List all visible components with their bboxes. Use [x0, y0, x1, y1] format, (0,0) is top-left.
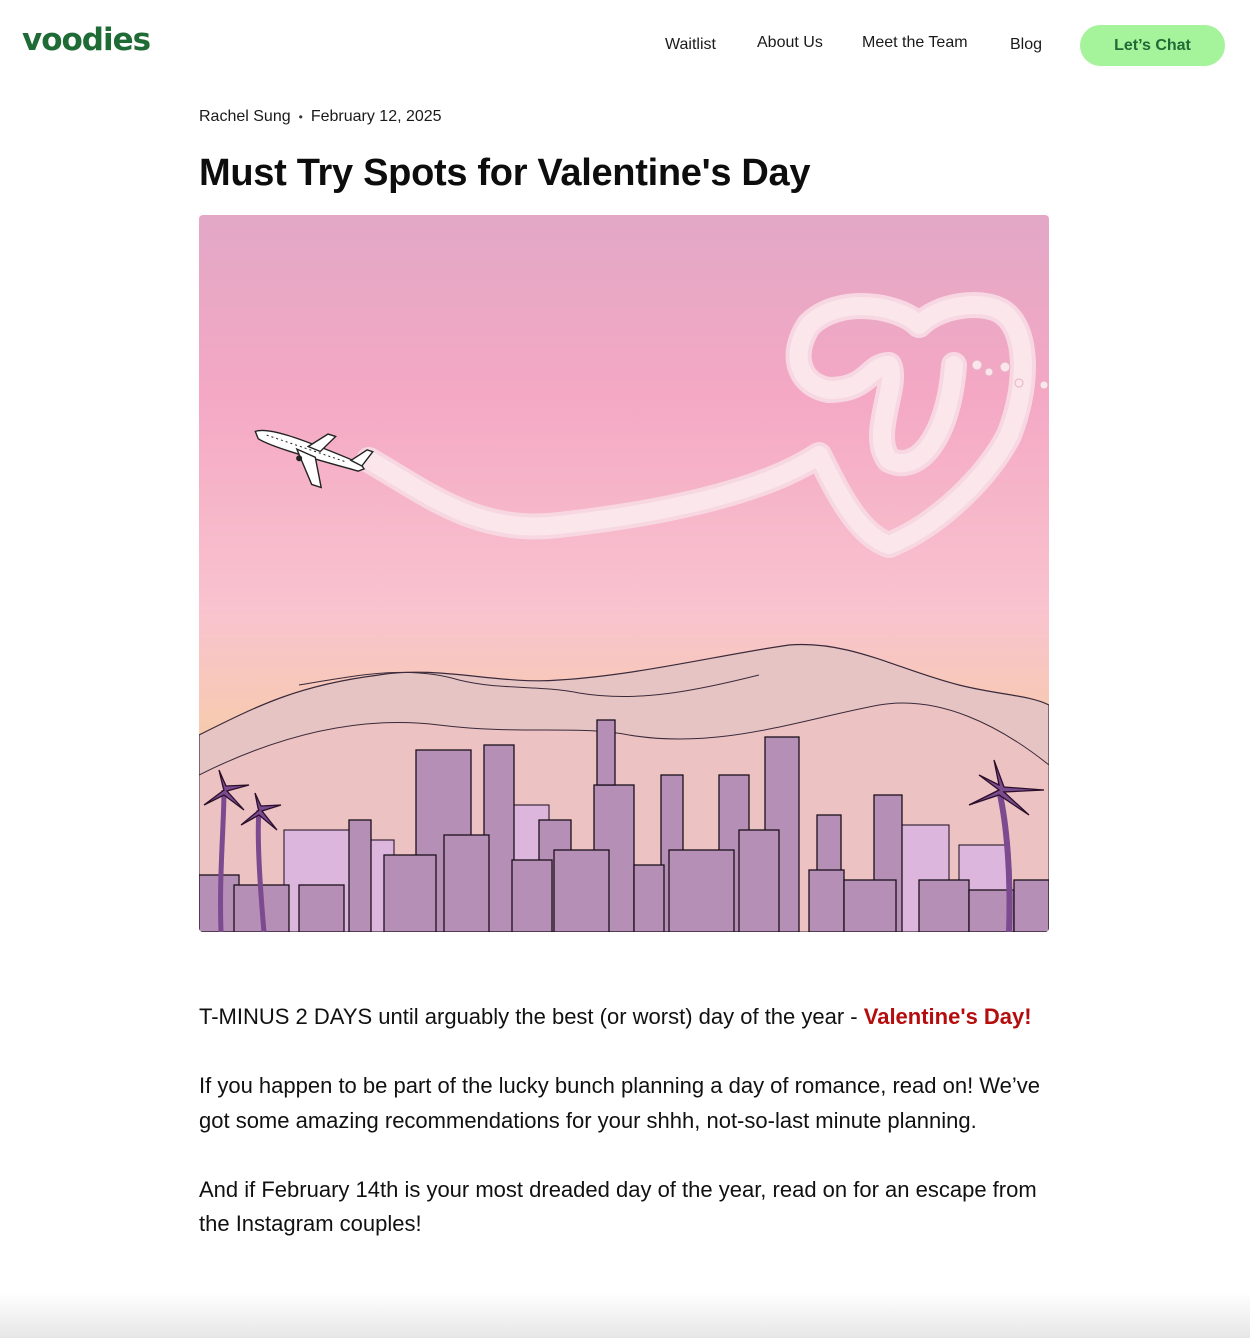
post-title: Must Try Spots for Valentine's Day [199, 152, 811, 194]
intro-paragraph: T-MINUS 2 DAYS until arguably the best (… [199, 1000, 1059, 1035]
meta-separator: • [298, 110, 303, 124]
voodies-logo[interactable]: voodies [22, 22, 151, 58]
bottom-scroll-fade [0, 1292, 1250, 1338]
post-author: Rachel Sung [199, 108, 291, 125]
hero-illustration [199, 215, 1049, 932]
site-header: voodies Waitlist About Us Meet the Team … [0, 0, 1250, 90]
airplane-heart-skyline-image [199, 215, 1049, 932]
valentines-highlight: Valentine's Day! [863, 1004, 1032, 1029]
nav-about-link[interactable]: About Us [757, 34, 823, 52]
nav-blog-link[interactable]: Blog [1010, 36, 1042, 54]
romance-paragraph: If you happen to be part of the lucky bu… [199, 1073, 1041, 1133]
article-body: T-MINUS 2 DAYS until arguably the best (… [199, 1000, 1059, 1276]
nav-team-link[interactable]: Meet the Team [862, 34, 968, 52]
escape-paragraph: And if February 14th is your most dreade… [199, 1176, 1037, 1237]
post-date: February 12, 2025 [310, 108, 442, 125]
intro-text: T-MINUS 2 DAYS until arguably the best (… [199, 1004, 864, 1029]
lets-chat-button[interactable]: Let’s Chat [1080, 25, 1225, 66]
nav-waitlist-link[interactable]: Waitlist [665, 36, 716, 54]
post-meta: Rachel Sung • February 12, 2025 [199, 108, 442, 126]
